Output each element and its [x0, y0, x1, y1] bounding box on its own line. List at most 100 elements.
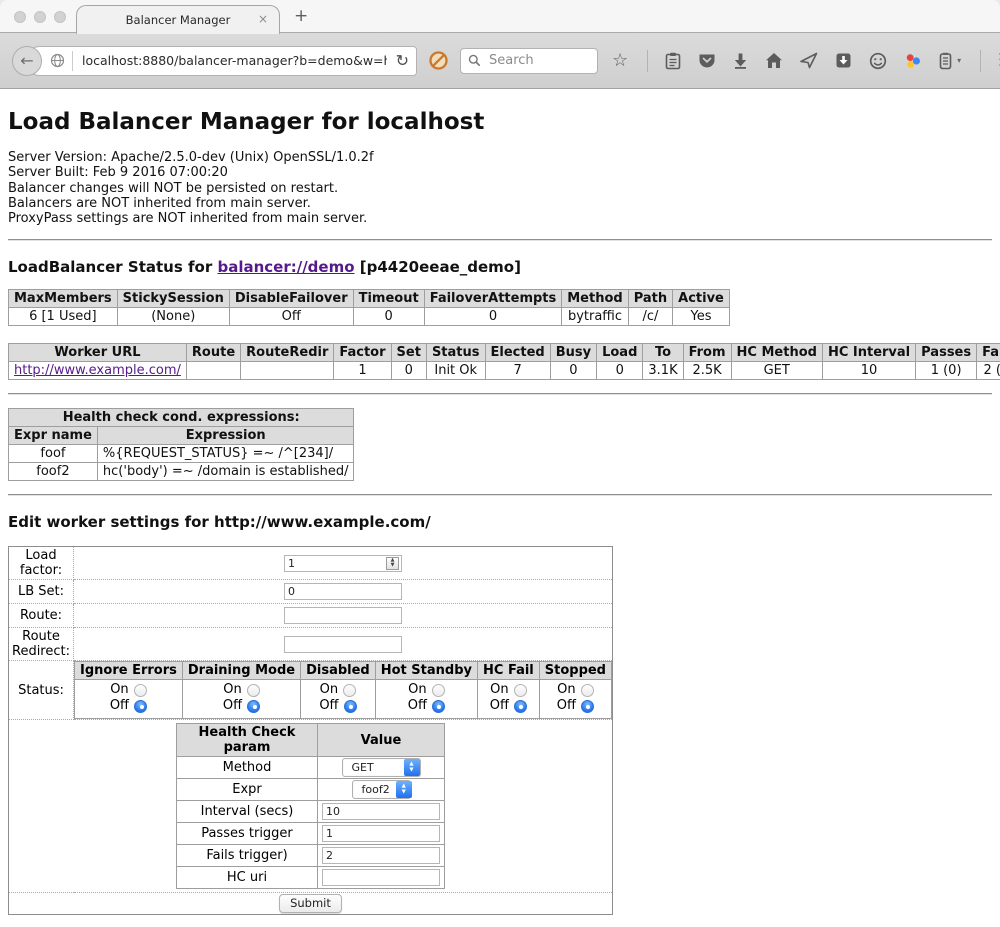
- hc-uri-cell: [318, 867, 445, 889]
- zoom-window-button[interactable]: [54, 11, 66, 23]
- cell-expr-name: foof: [9, 445, 98, 463]
- cell-set: 0: [391, 362, 426, 380]
- url-input[interactable]: [80, 52, 389, 69]
- cell-maxmembers: 6 [1 Used]: [9, 308, 118, 326]
- col-route: Route: [186, 344, 240, 362]
- table-header-row: MaxMembers StickySession DisableFailover…: [9, 290, 730, 308]
- expr-row: Expr foof2 ▲▼: [177, 779, 445, 801]
- hc-fail-off-radio[interactable]: [514, 700, 527, 713]
- hot-standby-on-radio[interactable]: [432, 684, 445, 697]
- disabled-off-radio[interactable]: [344, 700, 357, 713]
- cell-load: 0: [597, 362, 643, 380]
- ignore-errors-options: On Off: [75, 680, 183, 719]
- load-factor-input[interactable]: [284, 555, 402, 572]
- server-version-line: Server Version: Apache/2.5.0-dev (Unix) …: [8, 150, 992, 165]
- expr-select[interactable]: foof2 ▲▼: [352, 780, 411, 799]
- url-bar[interactable]: ↻: [25, 46, 417, 76]
- colored-dots-extension-icon[interactable]: [904, 52, 922, 70]
- worker-url-link[interactable]: http://www.example.com/: [14, 363, 181, 378]
- col-factor: Factor: [334, 344, 391, 362]
- hc-fail-on-radio[interactable]: [514, 684, 527, 697]
- search-bar[interactable]: [460, 48, 598, 74]
- col-hc-value: Value: [318, 724, 445, 757]
- route-redirect-row: Route Redirect:: [9, 628, 613, 661]
- stopped-off-radio[interactable]: [581, 700, 594, 713]
- lb-set-input[interactable]: [284, 583, 402, 600]
- draining-mode-off-radio[interactable]: [247, 700, 260, 713]
- back-icon: ←: [20, 51, 33, 70]
- blocked-content-icon[interactable]: [428, 50, 449, 71]
- balancer-demo-link[interactable]: balancer://demo: [217, 258, 354, 276]
- col-stopped: Stopped: [539, 662, 611, 680]
- reload-icon[interactable]: ↻: [396, 53, 409, 69]
- fails-input[interactable]: [322, 847, 440, 864]
- passes-cell: [318, 823, 445, 845]
- worker-status-table: Worker URL Route RouteRedir Factor Set S…: [8, 343, 1000, 380]
- method-select[interactable]: GET ▲▼: [342, 758, 421, 777]
- cell-method: bytraffic: [562, 308, 628, 326]
- draining-mode-on-radio[interactable]: [247, 684, 260, 697]
- route-input[interactable]: [284, 607, 402, 624]
- tab-close-icon[interactable]: ×: [258, 13, 268, 25]
- cell-worker-url: http://www.example.com/: [9, 362, 187, 380]
- on-label: On: [490, 682, 508, 698]
- submit-button[interactable]: Submit: [279, 894, 342, 913]
- route-redirect-input[interactable]: [284, 636, 402, 653]
- load-factor-row: Load factor: ▲▼: [9, 547, 613, 580]
- tab-title: Balancer Manager: [126, 13, 231, 27]
- disabled-options: On Off: [301, 680, 376, 719]
- new-tab-button[interactable]: +: [294, 6, 308, 26]
- overflow-caret-icon[interactable]: ▾: [957, 56, 961, 65]
- table-row: foof %{REQUEST_STATUS} =~ /^[234]/: [9, 445, 354, 463]
- send-plane-icon[interactable]: [800, 52, 818, 69]
- method-cell: GET ▲▼: [318, 757, 445, 779]
- col-disablefailover: DisableFailover: [229, 290, 353, 308]
- col-path: Path: [628, 290, 672, 308]
- smiley-feedback-icon[interactable]: [869, 52, 887, 70]
- search-input[interactable]: [487, 52, 590, 69]
- cell-active: Yes: [673, 308, 730, 326]
- container-extension-icon[interactable]: [939, 52, 952, 70]
- col-stickysession: StickySession: [117, 290, 229, 308]
- proxypass-note-line: ProxyPass settings are NOT inherited fro…: [8, 211, 992, 226]
- toolbar-separator: [647, 50, 648, 72]
- col-elected: Elected: [485, 344, 550, 362]
- on-label: On: [223, 682, 241, 698]
- stopped-on-radio[interactable]: [581, 684, 594, 697]
- close-window-button[interactable]: [14, 11, 26, 23]
- bookmark-star-icon[interactable]: ☆: [612, 52, 628, 70]
- server-built-line: Server Built: Feb 9 2016 07:00:20: [8, 165, 992, 180]
- minimize-window-button[interactable]: [34, 11, 46, 23]
- passes-input[interactable]: [322, 825, 440, 842]
- disabled-on-radio[interactable]: [343, 684, 356, 697]
- ignore-errors-on-radio[interactable]: [134, 684, 147, 697]
- status-cell: Ignore Errors Draining Mode Disabled Hot…: [74, 661, 613, 720]
- cell-path: /c/: [628, 308, 672, 326]
- back-button[interactable]: ←: [12, 46, 42, 76]
- reading-list-icon[interactable]: [665, 52, 681, 70]
- edit-worker-heading: Edit worker settings for http://www.exam…: [8, 513, 992, 531]
- hot-standby-off-radio[interactable]: [432, 700, 445, 713]
- cell-disablefailover: Off: [229, 308, 353, 326]
- inherit-note-line: Balancers are NOT inherited from main se…: [8, 196, 992, 211]
- col-disabled: Disabled: [301, 662, 376, 680]
- heading-prefix: LoadBalancer Status for: [8, 258, 217, 276]
- tab-balancer-manager[interactable]: Balancer Manager ×: [76, 5, 280, 34]
- submit-cell: Submit: [9, 893, 613, 915]
- cell-busy: 0: [550, 362, 596, 380]
- frame-download-icon[interactable]: [835, 52, 852, 69]
- col-active: Active: [673, 290, 730, 308]
- heading-suffix: [p4420eeae_demo]: [355, 258, 521, 276]
- home-icon[interactable]: [765, 52, 783, 69]
- pocket-icon[interactable]: [698, 52, 716, 69]
- number-stepper-icon[interactable]: ▲▼: [386, 557, 399, 570]
- table-header-row: Worker URL Route RouteRedir Factor Set S…: [9, 344, 1000, 362]
- route-row: Route:: [9, 604, 613, 628]
- col-hc-interval: HC Interval: [822, 344, 915, 362]
- lb-set-cell: [74, 580, 613, 604]
- interval-input[interactable]: [322, 803, 440, 820]
- downloads-icon[interactable]: [733, 52, 748, 69]
- ignore-errors-off-radio[interactable]: [134, 700, 147, 713]
- on-label: On: [557, 682, 575, 698]
- hc-uri-input[interactable]: [322, 869, 440, 886]
